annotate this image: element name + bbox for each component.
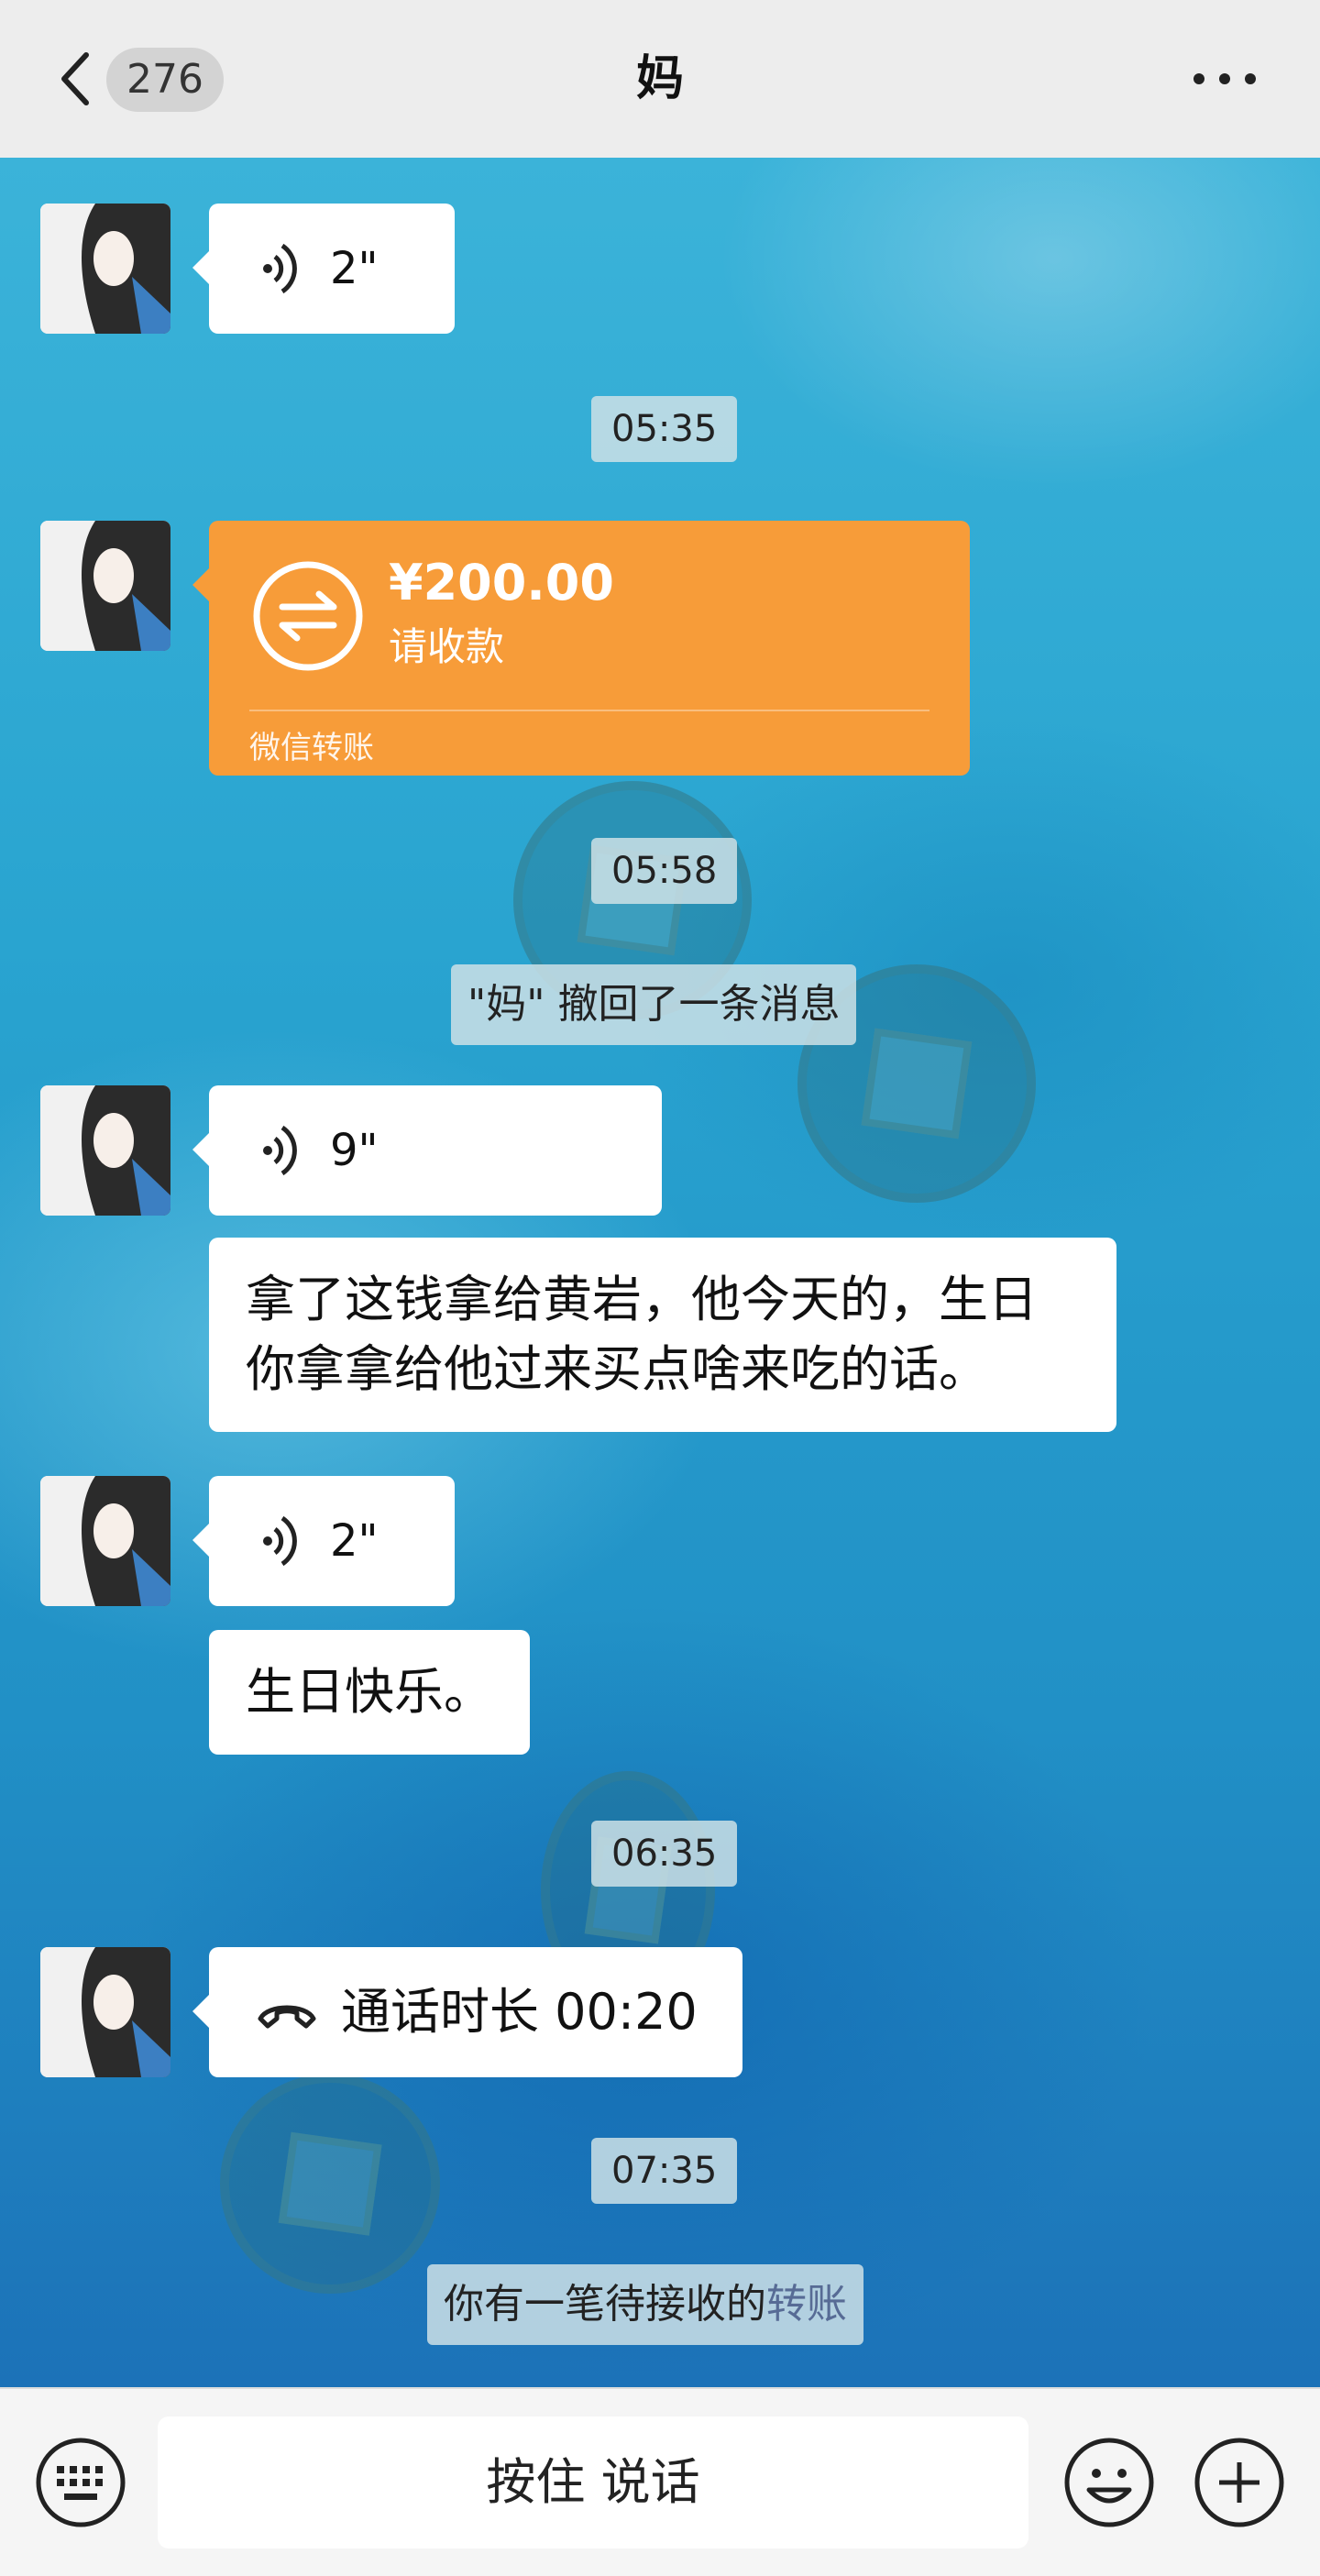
- timestamp: 05:58: [591, 838, 738, 904]
- chat-header: 276 妈: [0, 0, 1320, 158]
- contact-avatar[interactable]: [40, 1085, 170, 1216]
- timestamp: 07:35: [591, 2138, 738, 2204]
- input-bar: 按住 说话: [0, 2387, 1320, 2576]
- message-text-line: 生日快乐。: [246, 1663, 493, 1721]
- keyboard-icon[interactable]: [33, 2435, 128, 2530]
- pending-transfer-notice: 你有一笔待接收的转账: [427, 2264, 864, 2345]
- timestamp: 06:35: [591, 1821, 738, 1887]
- plus-icon[interactable]: [1192, 2435, 1287, 2530]
- voice-duration: 2": [330, 243, 379, 294]
- text-message[interactable]: 生日快乐。: [209, 1630, 530, 1755]
- voice-message[interactable]: 2": [192, 1476, 455, 1606]
- voice-wave-icon: [263, 243, 297, 294]
- contact-avatar[interactable]: [40, 1476, 170, 1606]
- hang-up-phone-icon: [258, 2005, 316, 2029]
- voice-duration: 2": [330, 1515, 379, 1567]
- voice-message[interactable]: 2": [192, 204, 455, 334]
- hold-to-talk-button[interactable]: 按住 说话: [158, 2416, 1028, 2548]
- avatar-portrait-icon: [40, 1947, 170, 2077]
- avatar-portrait-icon: [40, 1085, 170, 1216]
- voice-wave-icon: [263, 1125, 297, 1176]
- avatar-portrait-icon: [40, 1476, 170, 1606]
- voice-wave-icon: [263, 1515, 297, 1567]
- contact-avatar[interactable]: [40, 204, 170, 334]
- message-text-line: 你拿拿给他过来买点啥来吃的话。: [246, 1340, 988, 1398]
- transfer-status: 请收款: [389, 624, 505, 669]
- chat-message-list[interactable]: 2" 05:35 ¥200.00 请收款 微信转账 05:58 "妈" 撤回了一…: [0, 158, 1320, 2387]
- transfer-arrows-icon: [253, 561, 363, 671]
- chat-title: 妈: [635, 51, 684, 106]
- contact-avatar[interactable]: [40, 521, 170, 651]
- voice-message[interactable]: 9": [192, 1085, 662, 1216]
- transfer-divider: [249, 710, 930, 711]
- call-duration-text: 通话时长 00:20: [341, 1983, 698, 2041]
- background-coin-decoration: [220, 2074, 440, 2294]
- call-record-message[interactable]: 通话时长 00:20: [192, 1947, 742, 2077]
- message-text-line: 拿了这钱拿给黄岩，他今天的，生日: [246, 1271, 1038, 1328]
- transfer-source-label: 微信转账: [249, 730, 374, 766]
- avatar-portrait-icon: [40, 521, 170, 651]
- emoji-icon[interactable]: [1062, 2435, 1157, 2530]
- transfer-message[interactable]: ¥200.00 请收款 微信转账: [192, 521, 970, 776]
- transfer-link[interactable]: 转账: [766, 2281, 847, 2328]
- timestamp: 05:35: [591, 396, 738, 462]
- pending-transfer-text: 你有一笔待接收的: [444, 2281, 766, 2328]
- more-options-icon[interactable]: [1188, 55, 1261, 103]
- transfer-amount: ¥200.00: [389, 554, 614, 611]
- voice-duration: 9": [330, 1125, 379, 1176]
- contact-avatar[interactable]: [40, 1947, 170, 2077]
- text-message[interactable]: 拿了这钱拿给黄岩，他今天的，生日 你拿拿给他过来买点啥来吃的话。: [209, 1238, 1116, 1432]
- recalled-message-notice: "妈" 撤回了一条消息: [451, 964, 857, 1045]
- avatar-portrait-icon: [40, 204, 170, 334]
